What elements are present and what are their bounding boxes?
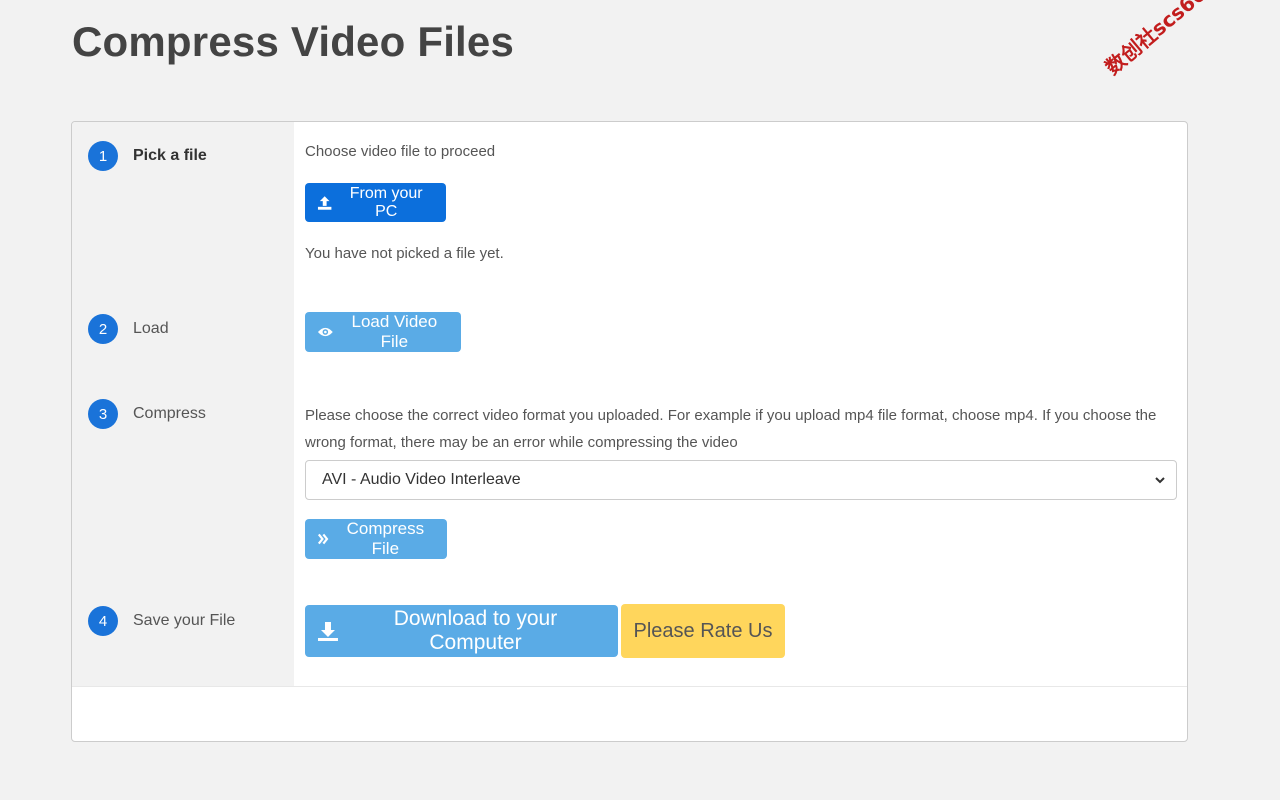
load-video-button[interactable]: Load Video File — [305, 312, 461, 352]
button-label: Please Rate Us — [633, 619, 773, 642]
compress-instructions: Please choose the correct video format y… — [305, 402, 1180, 456]
step-save-file: 4 Save your File — [88, 606, 235, 636]
button-label: From your PC — [349, 184, 423, 220]
step-number: 4 — [88, 606, 118, 636]
from-pc-button[interactable]: From your PC — [305, 183, 446, 222]
button-label: Compress File — [346, 519, 425, 558]
compress-wizard: 1 Pick a file 2 Load 3 Compress 4 Save y… — [71, 121, 1188, 742]
step-number: 2 — [88, 314, 118, 344]
step-label: Load — [133, 320, 169, 337]
step-pick-file: 1 Pick a file — [88, 141, 207, 171]
instructions-line: wrong format, there may be an error whil… — [305, 434, 738, 451]
step-compress: 3 Compress — [88, 399, 206, 429]
watermark: 数创社scs66 — [1100, 0, 1211, 80]
compress-file-button[interactable]: Compress File — [305, 519, 447, 559]
instructions-line: Please choose the correct video format y… — [305, 407, 1157, 424]
double-chevron-right-icon — [317, 533, 329, 545]
button-label: Load Video File — [351, 312, 438, 351]
step-number: 1 — [88, 141, 118, 171]
step-label: Compress — [133, 405, 206, 422]
video-format-select[interactable]: AVI - Audio Video Interleave — [305, 460, 1177, 500]
step-load: 2 Load — [88, 314, 169, 344]
download-icon — [317, 622, 338, 641]
page-title: Compress Video Files — [72, 18, 515, 65]
rate-us-button[interactable]: Please Rate Us — [621, 604, 785, 658]
eye-icon — [317, 327, 333, 337]
step-label: Pick a file — [133, 147, 207, 164]
pick-prompt: Choose video file to proceed — [305, 143, 496, 160]
divider — [72, 686, 1187, 687]
download-button[interactable]: Download to your Computer — [305, 605, 618, 657]
button-label: Download to your Computer — [393, 607, 558, 654]
step-number: 3 — [88, 399, 118, 429]
upload-icon — [317, 195, 332, 210]
selected-format: AVI - Audio Video Interleave — [322, 471, 521, 488]
file-status: You have not picked a file yet. — [305, 245, 504, 262]
step-label: Save your File — [133, 612, 236, 629]
chevron-down-icon — [1155, 477, 1165, 484]
